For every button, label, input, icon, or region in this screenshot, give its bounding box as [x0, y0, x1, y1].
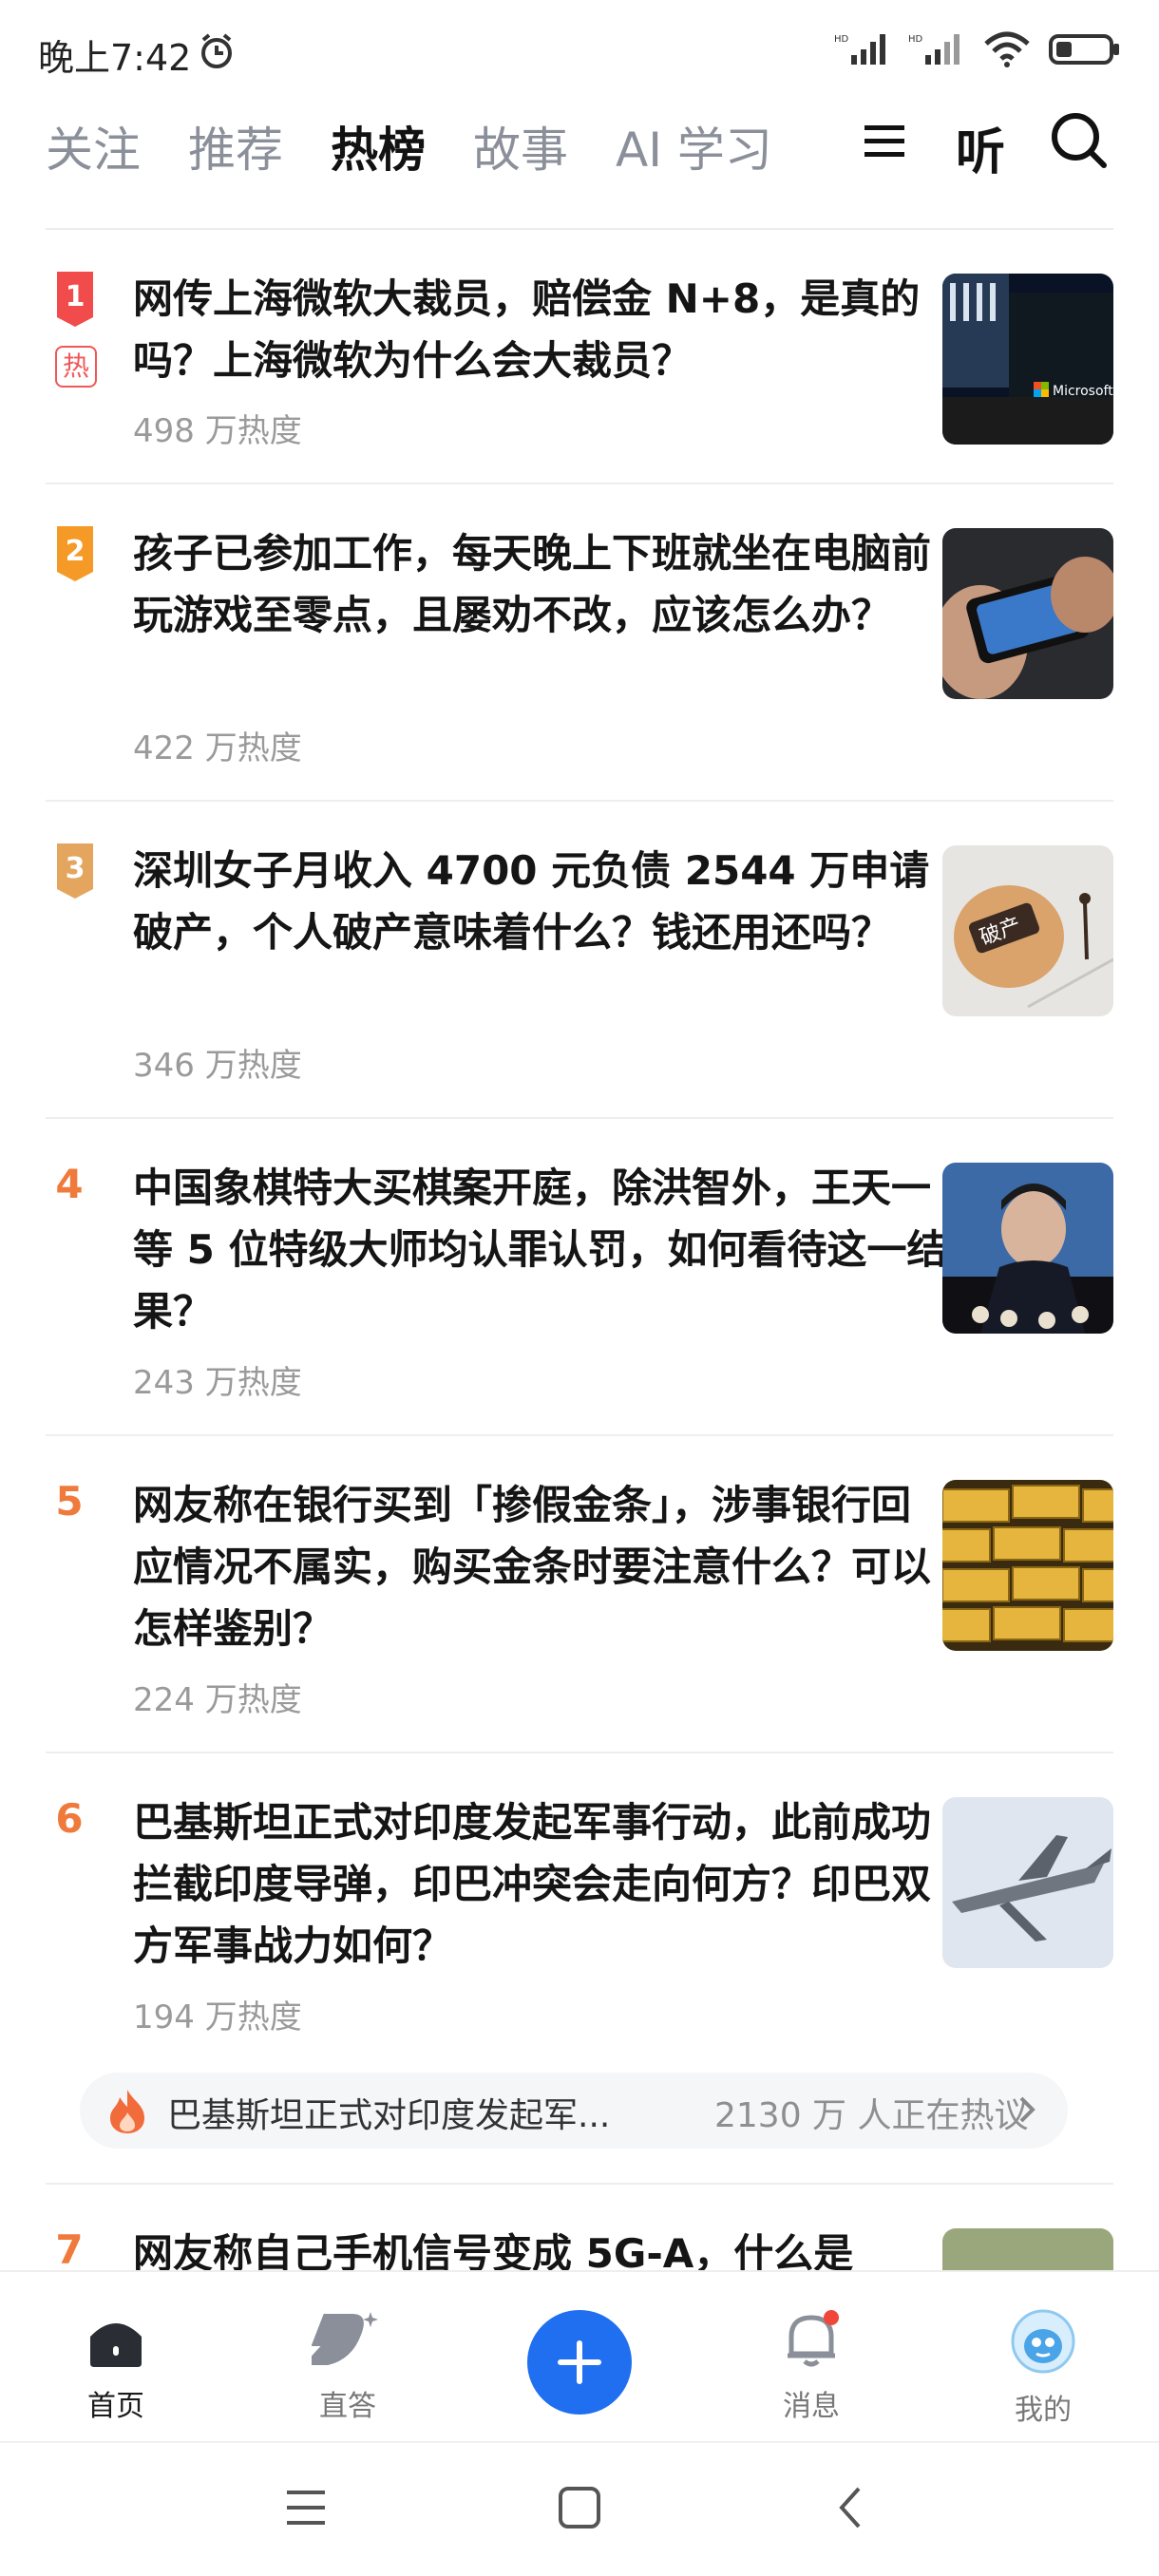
nav-label: 消息 [783, 2390, 840, 2423]
back-icon[interactable] [836, 2485, 864, 2530]
hot-list: 1 热 网传上海微软大裁员，赔偿金 N+8，是真的吗？上海微软为什么会大裁员？ … [0, 230, 1159, 2399]
list-item[interactable]: 4 中国象棋特大买棋案开庭，除洪智外，王天一等 5 位特级大师均认罪认罚，如何看… [46, 1119, 1113, 1436]
rank-number: 5 [55, 1478, 84, 1525]
fire-icon [110, 2090, 144, 2133]
bottom-nav: 首页 直答 消息 我的 [0, 2270, 1159, 2441]
status-bar: 晚上7:42 HD HD [0, 0, 1159, 104]
list-item[interactable]: 5 网友称在银行买到「掺假金条」，涉事银行回应情况不属实，购买金条时要注意什么？… [46, 1436, 1113, 1753]
plus-icon [558, 2340, 601, 2384]
rank-number: 7 [55, 2226, 84, 2273]
rank-badge-3: 3 [57, 843, 93, 899]
nav-home[interactable]: 首页 [40, 2308, 192, 2424]
rank-number: 6 [55, 1795, 84, 1842]
create-post-button[interactable] [527, 2310, 632, 2415]
nav-label: 我的 [1015, 2394, 1072, 2427]
related-topic-text: 巴基斯坦正式对印度发起军... [167, 2096, 611, 2135]
svg-text:2: 2 [66, 535, 86, 568]
avatar-icon [1011, 2309, 1075, 2374]
signal-icon: HD [908, 34, 960, 65]
heat-count: 498 万热度 [133, 412, 302, 450]
rank-number: 4 [55, 1161, 84, 1207]
tab-recommend[interactable]: 推荐 [188, 112, 283, 180]
thumbnail-image[interactable]: Microsoft [942, 274, 1113, 445]
tab-stories[interactable]: 故事 [473, 112, 568, 180]
related-topic-pill[interactable]: 巴基斯坦正式对印度发起军... 2130 万 人正在热议 [80, 2073, 1068, 2149]
bell-icon [788, 2310, 839, 2367]
home-system-icon[interactable] [557, 2485, 602, 2530]
top-nav: 关注 推荐 热榜 故事 AI 学习 听 [0, 104, 1159, 228]
wifi-icon [984, 31, 1030, 67]
item-title[interactable]: 中国象棋特大买棋案开庭，除洪智外，王天一等 5 位特级大师均认罪认罚，如何看待这… [133, 1157, 950, 1342]
tab-hot[interactable]: 热榜 [331, 112, 426, 180]
heat-count: 243 万热度 [133, 1364, 302, 1402]
heat-count: 224 万热度 [133, 1681, 302, 1719]
thumbnail-image[interactable] [942, 1163, 1113, 1334]
system-navigation-bar [0, 2441, 1159, 2576]
heat-count: 194 万热度 [133, 1998, 302, 2036]
answer-icon [303, 2312, 378, 2365]
nav-messages[interactable]: 消息 [735, 2308, 887, 2424]
related-topic-count: 2130 万 人正在热议 [714, 2096, 1029, 2135]
status-icons: HD HD [834, 30, 1121, 68]
list-item[interactable]: 6 巴基斯坦正式对印度发起军事行动，此前成功拦截印度导弹，印巴冲突会走向何方？印… [46, 1753, 1113, 2185]
list-item[interactable]: 3 深圳女子月收入 4700 元负债 2544 万申请破产，个人破产意味着什么？… [46, 802, 1113, 1119]
heat-count: 422 万热度 [133, 729, 302, 767]
item-title[interactable]: 孩子已参加工作，每天晚上下班就坐在电脑前玩游戏至零点，且屡劝不改，应该怎么办？ [133, 522, 950, 646]
nav-label: 首页 [87, 2390, 144, 2423]
chevron-right-icon [1019, 2096, 1036, 2123]
heat-count: 346 万热度 [133, 1047, 302, 1085]
nav-label: 直答 [319, 2390, 376, 2423]
tab-follow[interactable]: 关注 [46, 112, 141, 180]
svg-text:1: 1 [66, 280, 86, 313]
hot-badge: 热 [55, 346, 97, 388]
list-item[interactable]: 1 热 网传上海微软大裁员，赔偿金 N+8，是真的吗？上海微软为什么会大裁员？ … [46, 230, 1113, 484]
nav-direct-answer[interactable]: 直答 [272, 2308, 424, 2424]
recent-apps-icon[interactable] [283, 2487, 329, 2529]
rank-badge-2: 2 [57, 526, 93, 581]
thumbnail-image[interactable] [942, 1480, 1113, 1651]
thumbnail-image[interactable] [942, 528, 1113, 699]
alarm-icon [201, 33, 232, 68]
item-title[interactable]: 巴基斯坦正式对印度发起军事行动，此前成功拦截印度导弹，印巴冲突会走向何方？印巴双… [133, 1791, 950, 1977]
battery-icon [1049, 34, 1119, 65]
thumbnail-image[interactable] [942, 1797, 1113, 1968]
nav-profile[interactable]: 我的 [967, 2308, 1119, 2428]
search-icon[interactable] [1049, 110, 1110, 171]
svg-text:HD: HD [834, 34, 849, 45]
item-title[interactable]: 深圳女子月收入 4700 元负债 2544 万申请破产，个人破产意味着什么？钱还… [133, 840, 950, 963]
svg-text:Microsoft: Microsoft [1053, 384, 1113, 399]
thumbnail-image[interactable]: 破产 [942, 845, 1113, 1016]
rank-badge-1: 1 [57, 272, 93, 327]
item-title[interactable]: 网友称在银行买到「掺假金条」，涉事银行回应情况不属实，购买金条时要注意什么？可以… [133, 1474, 950, 1659]
home-icon [90, 2323, 142, 2367]
svg-text:HD: HD [908, 34, 923, 45]
svg-text:3: 3 [66, 852, 86, 885]
menu-icon[interactable] [861, 118, 908, 165]
status-time: 晚上7:42 [38, 37, 192, 79]
list-item[interactable]: 2 孩子已参加工作，每天晚上下班就坐在电脑前玩游戏至零点，且屡劝不改，应该怎么办… [46, 484, 1113, 802]
tab-ai-learning[interactable]: AI 学习 [616, 112, 772, 180]
item-title[interactable]: 网传上海微软大裁员，赔偿金 N+8，是真的吗？上海微软为什么会大裁员？ [133, 268, 950, 391]
listen-button[interactable]: 听 [956, 112, 1005, 183]
signal-icon: HD [834, 34, 885, 65]
